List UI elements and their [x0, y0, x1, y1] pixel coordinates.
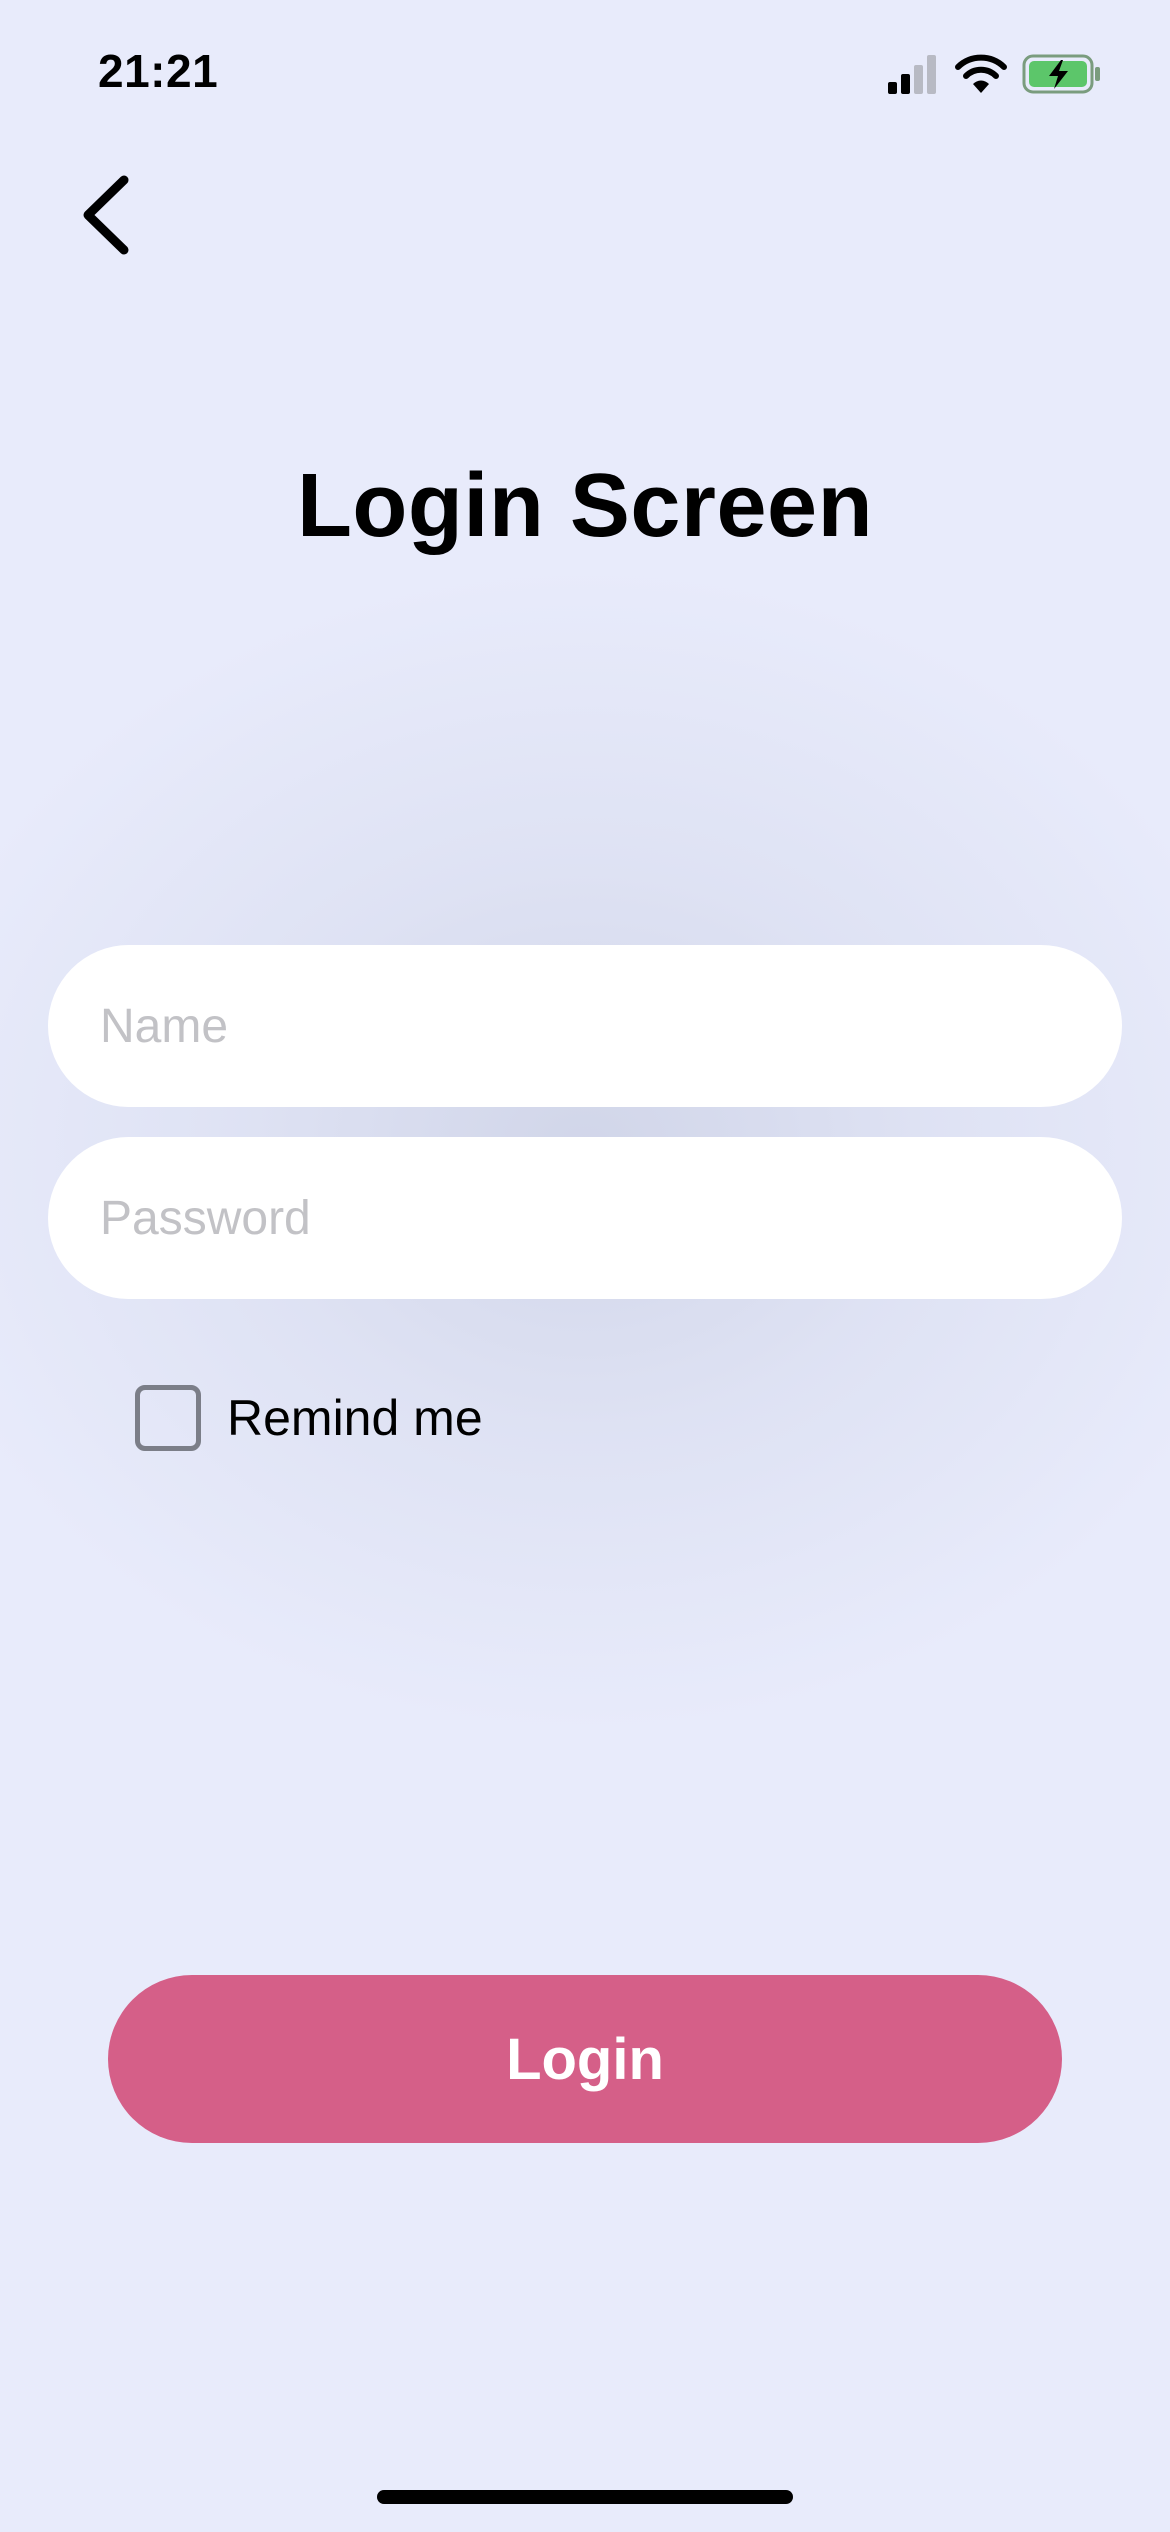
status-time: 21:21 — [98, 45, 219, 97]
chevron-left-icon — [83, 175, 129, 255]
name-field[interactable] — [48, 945, 1122, 1107]
login-button[interactable]: Login — [108, 1975, 1062, 2143]
status-icons — [886, 52, 1116, 96]
wifi-icon — [955, 54, 1007, 93]
remember-me-label: Remind me — [227, 1390, 483, 1446]
cellular-signal-icon — [888, 55, 936, 94]
login-screen: 21:21 Login Screen Name Remind me Login — [0, 0, 1170, 2532]
home-indicator — [377, 2490, 793, 2504]
back-button[interactable] — [70, 170, 150, 260]
password-field[interactable] — [48, 1137, 1122, 1299]
page-title: Login Screen — [296, 456, 874, 556]
password-input[interactable] — [98, 1189, 1072, 1247]
remember-me-checkbox[interactable] — [135, 1385, 201, 1451]
battery-charging-icon — [1022, 54, 1100, 94]
name-input[interactable] — [98, 997, 1072, 1055]
remember-me-row[interactable]: Remind me — [135, 1380, 483, 1456]
